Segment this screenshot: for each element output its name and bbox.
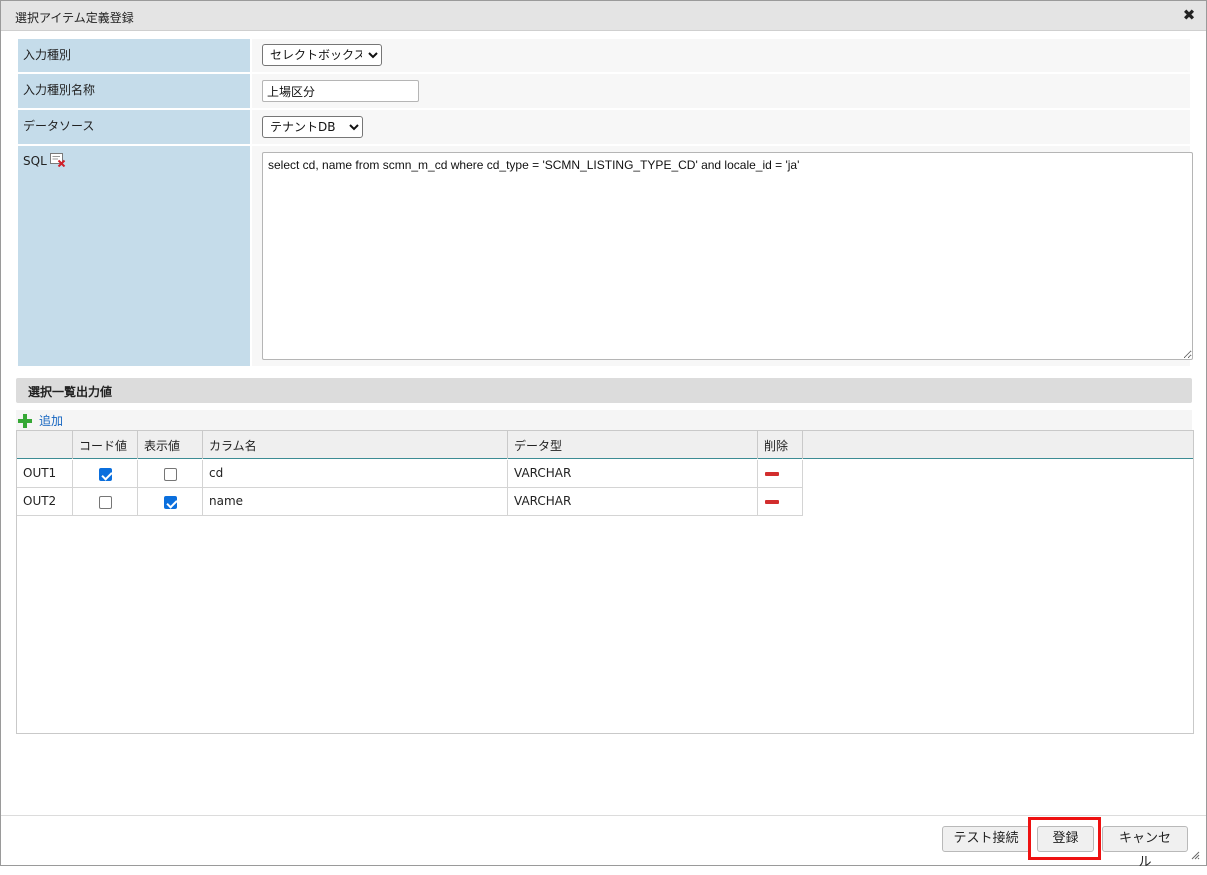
sql-clear-icon[interactable] — [49, 153, 66, 168]
data-source-label: データソース — [18, 110, 250, 144]
delete-row-icon[interactable] — [765, 500, 779, 504]
data-type-cell[interactable]: VARCHAR — [508, 488, 758, 516]
table-row[interactable]: OUT1 cd VARCHAR — [17, 460, 803, 488]
add-row-label: 追加 — [39, 414, 64, 428]
dialog-title: 選択アイテム定義登録 — [15, 11, 134, 25]
sql-label-cell: SQL — [18, 146, 250, 366]
input-type-label: 入力種別 — [18, 39, 250, 72]
add-toolbar — [16, 410, 1192, 430]
data-source-select[interactable]: テナントDB — [262, 116, 363, 138]
row-id: OUT1 — [17, 460, 73, 488]
header-cell-display-value[interactable]: 表示値 — [138, 431, 203, 459]
grid-header-row: コード値 表示値 カラム名 データ型 削除 — [17, 431, 1193, 459]
add-row-button[interactable]: 追加 — [18, 412, 63, 429]
input-type-select[interactable]: セレクトボックス — [262, 44, 382, 66]
header-cell-data-type[interactable]: データ型 — [508, 431, 758, 459]
data-type-cell[interactable]: VARCHAR — [508, 460, 758, 488]
code-value-cell — [73, 488, 138, 516]
column-name-cell[interactable]: name — [203, 488, 508, 516]
dialog-titlebar[interactable]: 選択アイテム定義登録 ✖ — [1, 1, 1206, 31]
delete-cell — [758, 460, 803, 488]
data-source-value-area — [252, 110, 1190, 144]
display-value-cell — [138, 460, 203, 488]
table-row[interactable]: OUT2 name VARCHAR — [17, 488, 803, 516]
sql-label: SQL — [23, 154, 47, 168]
code-value-cell — [73, 460, 138, 488]
column-name-cell[interactable]: cd — [203, 460, 508, 488]
header-cell-id — [17, 431, 73, 459]
output-values-section-header: 選択一覧出力値 — [16, 378, 1192, 403]
header-cell-code-value[interactable]: コード値 — [73, 431, 138, 459]
display-value-cell — [138, 488, 203, 516]
plus-icon — [18, 414, 32, 428]
cancel-button[interactable]: キャンセル — [1102, 826, 1188, 870]
display-value-checkbox[interactable] — [164, 496, 177, 509]
register-button-highlight — [1028, 817, 1101, 860]
display-value-checkbox[interactable] — [164, 468, 177, 481]
header-cell-column-name[interactable]: カラム名 — [203, 431, 508, 459]
resize-grip-icon[interactable] — [1190, 849, 1200, 860]
code-value-checkbox[interactable] — [99, 496, 112, 509]
code-value-checkbox[interactable] — [99, 468, 112, 481]
delete-row-icon[interactable] — [765, 472, 779, 476]
input-type-name-label: 入力種別名称 — [18, 74, 250, 108]
input-type-name-field[interactable] — [262, 80, 419, 102]
output-values-grid: コード値 表示値 カラム名 データ型 削除 OUT1 cd VARCHAR OU… — [16, 430, 1194, 734]
header-cell-delete: 削除 — [758, 431, 803, 459]
select-item-definition-dialog: 選択アイテム定義登録 ✖ 入力種別 セレクトボックス 入力種別名称 データソース… — [0, 0, 1207, 870]
row-id: OUT2 — [17, 488, 73, 516]
input-type-value-area — [252, 39, 1190, 72]
close-icon[interactable]: ✖ — [1182, 8, 1196, 23]
test-connection-button[interactable]: テスト接続 — [942, 826, 1030, 852]
sql-textarea[interactable] — [262, 152, 1193, 360]
delete-cell — [758, 488, 803, 516]
